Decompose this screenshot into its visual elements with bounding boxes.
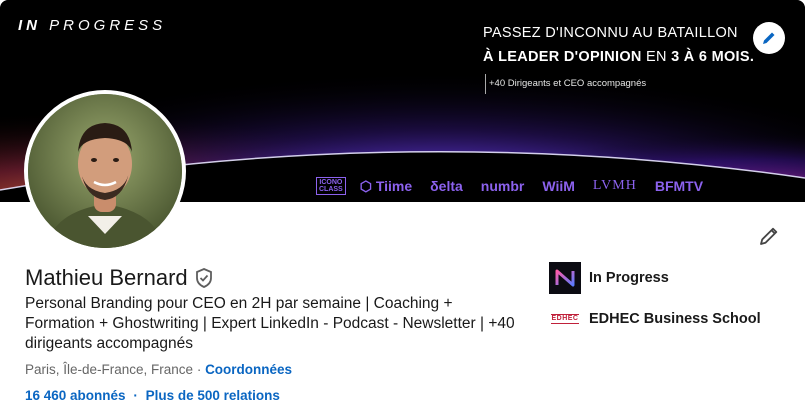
logo-bfmtv: BFMTV bbox=[654, 178, 704, 194]
verified-shield-icon[interactable] bbox=[195, 267, 215, 289]
pencil-icon bbox=[760, 227, 778, 245]
profile-card: IN PROGRESS PASSEZ D'INCONNU AU BATAILLO… bbox=[0, 0, 805, 413]
stats-separator: · bbox=[133, 388, 138, 403]
edhec-logo: EDHEC bbox=[549, 308, 581, 330]
stats-row: 16 460 abonnés · Plus de 500 relations bbox=[25, 388, 280, 403]
location-row: Paris, Île-de-France, France · Coordonné… bbox=[25, 362, 292, 377]
edit-banner-button[interactable] bbox=[753, 22, 785, 54]
connections-link[interactable]: Plus de 500 relations bbox=[146, 388, 280, 403]
pencil-icon bbox=[763, 32, 775, 44]
banner-brand-logo: IN PROGRESS bbox=[18, 17, 166, 34]
edhec-logo-text: EDHEC bbox=[551, 314, 579, 324]
banner-headline-line3: +40 Dirigeants et CEO accompagnés bbox=[485, 74, 646, 94]
profile-avatar[interactable] bbox=[24, 90, 186, 252]
logo-delta: δelta bbox=[430, 178, 463, 194]
headline-bold-part2: 3 À 6 MOIS. bbox=[671, 49, 755, 65]
brand-suffix: PROGRESS bbox=[41, 17, 167, 34]
client-logos-row: ICONO CLASS ⬡ Tiime δelta numbr WiiM LVM… bbox=[316, 176, 721, 196]
banner-headline-line1: PASSEZ D'INCONNU AU BATAILLON bbox=[483, 25, 738, 41]
logo-wiim: WiiM bbox=[542, 178, 575, 194]
logo-numbr: numbr bbox=[480, 178, 525, 194]
location-separator: · bbox=[193, 362, 206, 377]
logo-tiime: ⬡ Tiime bbox=[359, 177, 413, 194]
name-row: Mathieu Bernard bbox=[25, 265, 215, 291]
profile-location: Paris, Île-de-France, France bbox=[25, 362, 194, 377]
brand-prefix: IN bbox=[18, 17, 41, 34]
education-school[interactable]: EDHEC EDHEC Business School bbox=[549, 308, 761, 330]
headline-mid: EN bbox=[641, 49, 672, 65]
avatar-photo bbox=[28, 94, 182, 248]
iconoclass-line1: ICONO bbox=[319, 179, 343, 186]
logo-iconoclass: ICONO CLASS bbox=[316, 177, 346, 195]
logo-lvmh: LVMH bbox=[592, 178, 637, 193]
education-school-name: EDHEC Business School bbox=[589, 311, 761, 327]
profile-headline: Personal Branding pour CEO en 2H par sem… bbox=[25, 295, 515, 352]
current-company[interactable]: In Progress bbox=[549, 262, 669, 294]
current-company-name: In Progress bbox=[589, 270, 669, 286]
iconoclass-line2: CLASS bbox=[319, 186, 343, 193]
edit-profile-button[interactable] bbox=[755, 222, 783, 250]
headline-bold-part1: À LEADER D'OPINION bbox=[483, 49, 642, 65]
followers-link[interactable]: 16 460 abonnés bbox=[25, 388, 126, 403]
in-progress-logo bbox=[549, 262, 581, 294]
contact-info-link[interactable]: Coordonnées bbox=[205, 362, 292, 377]
banner-headline-line2: À LEADER D'OPINION EN 3 À 6 MOIS. bbox=[483, 49, 754, 65]
profile-name: Mathieu Bernard bbox=[25, 265, 188, 290]
